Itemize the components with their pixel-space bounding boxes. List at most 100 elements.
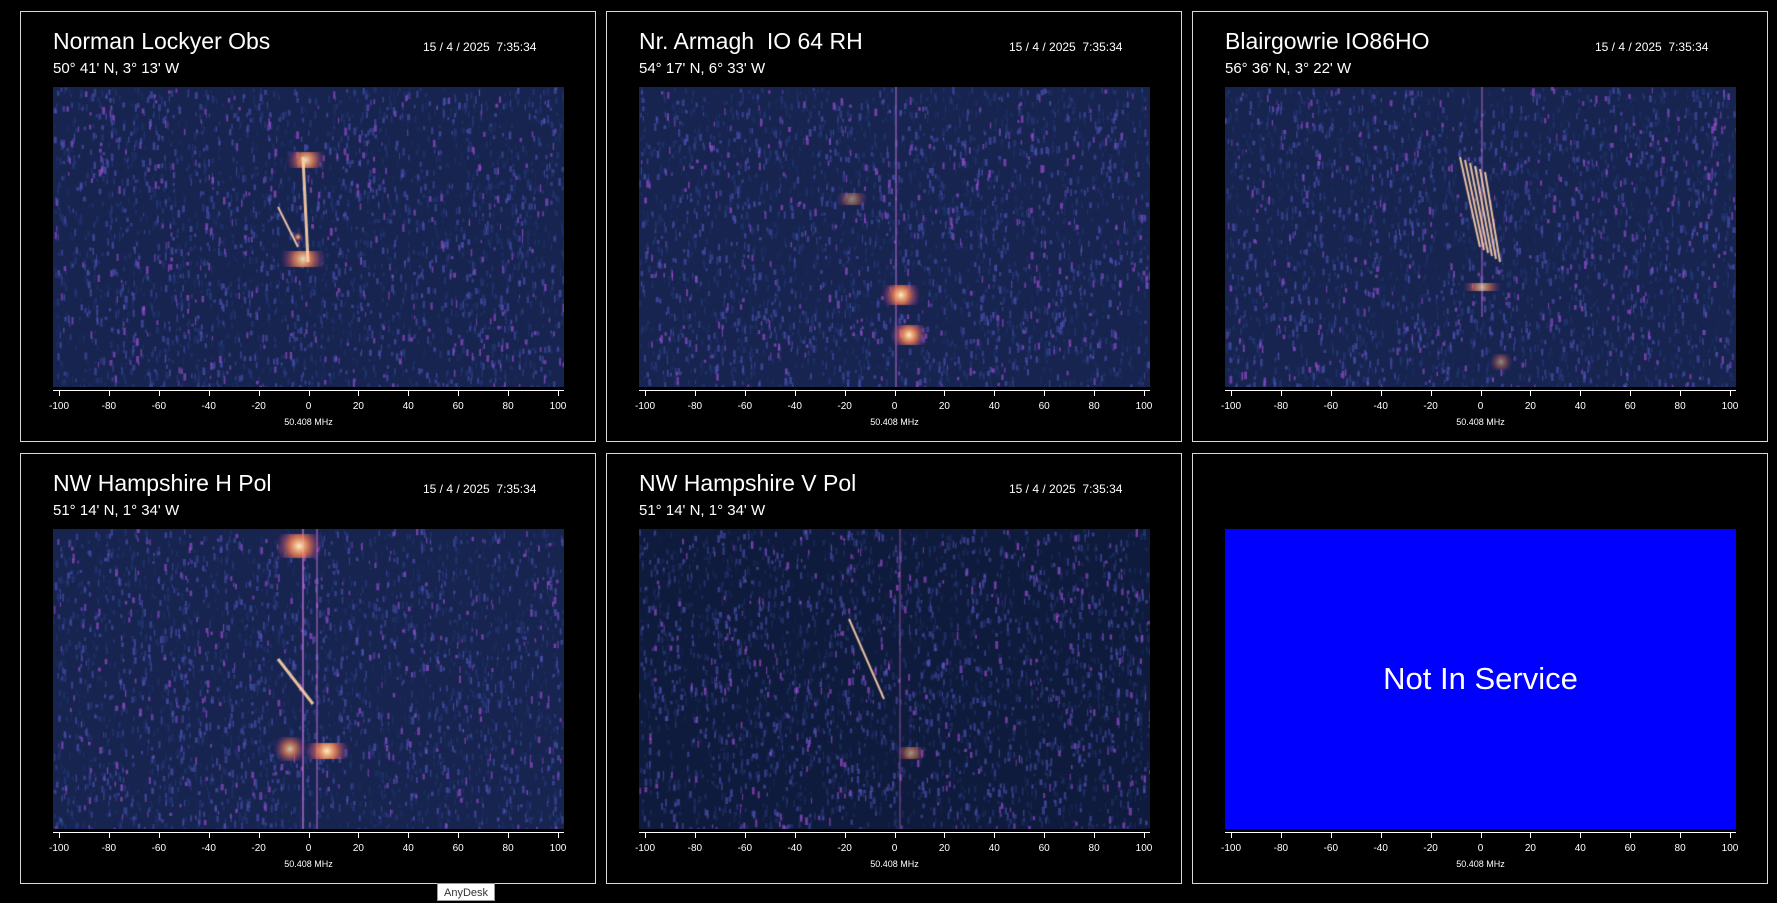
axis-tick-label: -80 (1273, 401, 1289, 412)
axis-tick (1144, 832, 1145, 838)
axis-tick (508, 832, 510, 838)
axis-caption: 50.408 MHz (1456, 859, 1505, 869)
axis-tick-label: 0 (891, 401, 898, 412)
panel-coordinates: 51° 14' N, 1° 34' W (639, 502, 766, 519)
panel-coordinates: 54° 17' N, 6° 33' W (639, 60, 766, 77)
axis-tick (1280, 390, 1282, 396)
axis-tick (258, 832, 260, 838)
axis-tick-label: -40 (787, 843, 802, 854)
axis-tick-label: 80 (1088, 843, 1100, 854)
spectrogram (639, 87, 1150, 387)
axis-tick-label: 0 (305, 843, 312, 854)
axis-caption: 50.408 MHz (284, 417, 333, 427)
axis-tick (558, 832, 559, 838)
axis-tick-label: -20 (1423, 843, 1438, 854)
axis-tick (994, 832, 996, 838)
axis-tick (844, 390, 846, 396)
axis-tick-label: 100 (1721, 401, 1739, 412)
axis-tick-label: -20 (1423, 401, 1438, 412)
axis-tick-label: 80 (502, 843, 514, 854)
axis-caption: 50.408 MHz (284, 859, 333, 869)
axis-tick (744, 832, 746, 838)
axis-tick (508, 390, 510, 396)
panel-timestamp: 15 / 4 / 2025 7:35:34 (423, 482, 537, 496)
axis-tick-label: -40 (201, 843, 216, 854)
axis-tick (1530, 390, 1532, 396)
axis-tick-label: 20 (938, 843, 950, 854)
axis-tick-label: 60 (1624, 843, 1636, 854)
axis-tick-label: 100 (549, 843, 567, 854)
panel-coordinates: 50° 41' N, 3° 13' W (53, 60, 180, 77)
axis-tick-label: 80 (1674, 401, 1686, 412)
axis-tick (458, 832, 460, 838)
spectrogram (639, 529, 1150, 829)
axis-tick-label: -80 (1273, 843, 1289, 854)
axis-tick-label: -60 (737, 843, 753, 854)
axis-caption: 50.408 MHz (870, 417, 919, 427)
frequency-axis: -100 -80 -60 -40 -20 0 20 40 60 80 100 50.408 MHz (1221, 832, 1738, 872)
axis-tick-label: -100 (1220, 401, 1241, 412)
axis-tick-label: -40 (787, 401, 802, 412)
axis-tick-label: 40 (988, 401, 1000, 412)
axis-tick-label: -40 (201, 401, 216, 412)
axis-tick (1144, 390, 1145, 396)
axis-tick (1730, 832, 1731, 838)
axis-tick-label: 40 (402, 843, 414, 854)
anydesk-tooltip: AnyDesk (437, 883, 496, 901)
axis-tick-label: 100 (1135, 401, 1153, 412)
axis-tick-label: 0 (305, 401, 312, 412)
axis-tick (1430, 832, 1432, 838)
axis-tick (158, 390, 160, 396)
axis-tick-label: 40 (402, 401, 414, 412)
axis-tick (208, 390, 210, 396)
axis-tick-label: 20 (938, 401, 950, 412)
axis-tick (308, 390, 310, 396)
axis-tick (894, 390, 896, 396)
axis-tick (944, 390, 946, 396)
axis-tick (994, 390, 996, 396)
axis-tick (108, 390, 110, 396)
axis-tick (208, 832, 210, 838)
axis-tick (358, 390, 360, 396)
axis-tick (1044, 390, 1046, 396)
spectrogram (53, 529, 564, 829)
axis-tick-label: 40 (1574, 843, 1586, 854)
axis-tick (59, 832, 60, 838)
axis-tick-label: 0 (1477, 401, 1484, 412)
panel-nw-hampshire-v-pol: NW Hampshire V Pol 51° 14' N, 1° 34' W 1… (606, 453, 1182, 884)
axis-tick-label: -40 (1373, 843, 1388, 854)
axis-tick (1630, 832, 1632, 838)
axis-tick (694, 390, 696, 396)
frequency-axis: -100 -80 -60 -40 -20 0 20 40 60 80 100 50.408 MHz (1221, 390, 1738, 430)
axis-tick (1530, 832, 1532, 838)
spectrogram (53, 87, 564, 387)
axis-tick (1580, 832, 1582, 838)
axis-tick-label: -80 (687, 401, 703, 412)
axis-tick (1330, 832, 1332, 838)
panel-timestamp: 15 / 4 / 2025 7:35:34 (1595, 40, 1709, 54)
spectrogram (1225, 87, 1736, 387)
axis-tick (158, 832, 160, 838)
axis-tick (1680, 390, 1682, 396)
axis-tick (1094, 390, 1096, 396)
axis-tick-label: 20 (352, 843, 364, 854)
frequency-axis: -100 -80 -60 -40 -20 0 20 40 60 80 100 50.408 MHz (49, 390, 566, 430)
axis-caption: 50.408 MHz (1456, 417, 1505, 427)
panel-title: Norman Lockyer Obs (53, 28, 271, 54)
panel-nw-hampshire-h-pol: NW Hampshire H Pol 51° 14' N, 1° 34' W 1… (20, 453, 596, 884)
axis-tick-label: -100 (634, 843, 655, 854)
axis-tick-label: 80 (1674, 843, 1686, 854)
axis-tick (308, 832, 310, 838)
axis-tick-label: 80 (1088, 401, 1100, 412)
not-in-service-label: Not In Service (1383, 661, 1578, 696)
axis-tick-label: -80 (101, 843, 117, 854)
axis-tick (458, 390, 460, 396)
axis-tick (794, 832, 796, 838)
not-in-service-box: Not In Service (1225, 529, 1736, 829)
axis-tick (944, 832, 946, 838)
axis-tick-label: -60 (737, 401, 753, 412)
axis-tick-label: -100 (1220, 843, 1241, 854)
axis-tick-label: -60 (151, 401, 167, 412)
axis-tick (794, 390, 796, 396)
axis-tick (645, 832, 646, 838)
